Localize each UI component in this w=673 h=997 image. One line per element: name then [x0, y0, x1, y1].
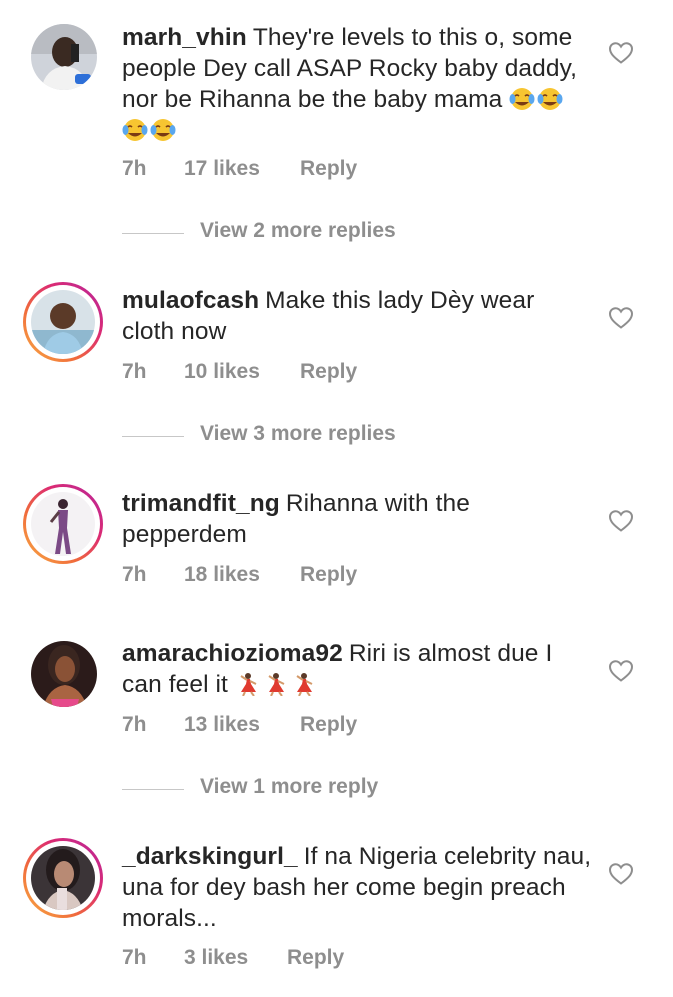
avatar-image [31, 24, 97, 90]
comment-time: 7h [122, 157, 147, 180]
avatar[interactable] [23, 282, 103, 362]
heart-outline-icon[interactable] [608, 862, 634, 886]
reply-button[interactable]: Reply [287, 946, 344, 970]
comment-username[interactable]: amarachiozioma92 [122, 640, 343, 667]
view-more-replies-label[interactable]: View 1 more reply [200, 775, 378, 799]
face-with-tears-of-joy-icon [537, 88, 563, 110]
comment-text: trimandfit_ng Rihanna with the pepperdem [122, 488, 592, 550]
face-with-tears-of-joy-icon [122, 119, 148, 141]
comment-likes[interactable]: 13 likes [184, 713, 260, 737]
view-more-replies-label[interactable]: View 2 more replies [200, 219, 396, 243]
divider-line [122, 789, 184, 790]
divider-line [122, 233, 184, 234]
divider-line [122, 436, 184, 437]
reply-button[interactable]: Reply [300, 713, 357, 737]
heart-outline-icon[interactable] [608, 659, 634, 683]
reply-button[interactable]: Reply [300, 563, 357, 587]
woman-dancing-icon [296, 673, 313, 696]
comment-time: 7h [122, 563, 147, 586]
comment-time: 7h [122, 946, 147, 969]
avatar[interactable] [23, 838, 103, 918]
comment-likes[interactable]: 10 likes [184, 360, 260, 384]
comment-text: amarachiozioma92 Riri is almost due I can… [122, 638, 592, 700]
comment-time: 7h [122, 713, 147, 736]
comment-username[interactable]: marh_vhin [122, 24, 247, 51]
comment-text: marh_vhin They're levels to this o, some … [122, 22, 592, 146]
woman-dancing-icon [240, 673, 257, 696]
face-with-tears-of-joy-icon [509, 88, 535, 110]
comment-username[interactable]: mulaofcash [122, 287, 259, 314]
reply-button[interactable]: Reply [300, 157, 357, 181]
comment-text: _darkskingurl_ If na Nigeria celebrity na… [122, 841, 592, 934]
comment-likes[interactable]: 18 likes [184, 563, 260, 587]
comment-time: 7h [122, 360, 147, 383]
woman-dancing-icon [268, 673, 285, 696]
comment-likes[interactable]: 17 likes [184, 157, 260, 181]
reply-button[interactable]: Reply [300, 360, 357, 384]
heart-outline-icon[interactable] [608, 41, 634, 65]
comment-username[interactable]: trimandfit_ng [122, 490, 280, 517]
view-more-replies-label[interactable]: View 3 more replies [200, 422, 396, 446]
comment-text: mulaofcash Make this lady Dèy wear cloth … [122, 285, 592, 347]
avatar-image [31, 492, 95, 556]
avatar-image [31, 290, 95, 354]
avatar[interactable] [23, 633, 103, 713]
comment-username[interactable]: _darkskingurl_ [122, 843, 298, 870]
face-with-tears-of-joy-icon [150, 119, 176, 141]
avatar[interactable] [23, 484, 103, 564]
avatar-image [31, 641, 97, 707]
heart-outline-icon[interactable] [608, 306, 634, 330]
avatar[interactable] [23, 16, 103, 96]
comment-likes[interactable]: 3 likes [184, 946, 248, 970]
heart-outline-icon[interactable] [608, 509, 634, 533]
emoji-group [235, 671, 319, 698]
avatar-image [31, 846, 95, 910]
